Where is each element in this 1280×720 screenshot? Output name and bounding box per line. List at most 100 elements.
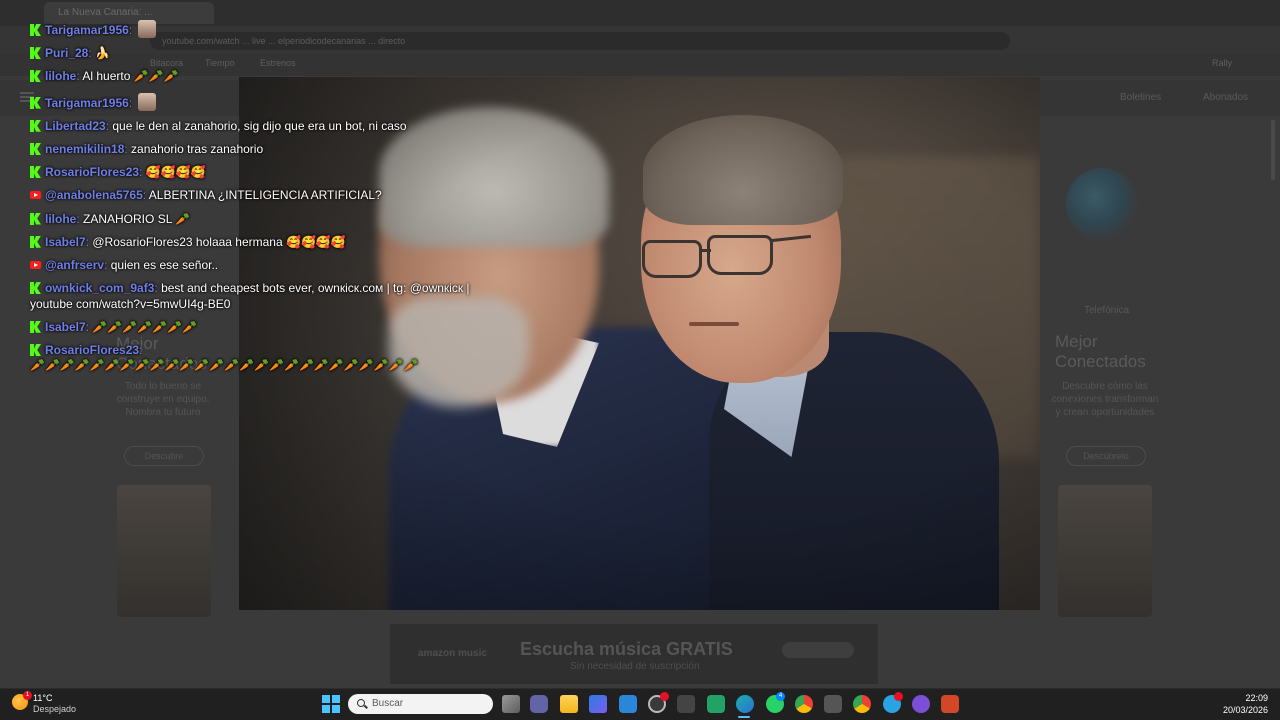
desktop-screen: La Nueva Canaria: ... youtube.com/watch …: [0, 0, 1280, 720]
left-promo-button[interactable]: Descubre: [124, 446, 204, 466]
telefonica-logo: Telefónica: [1084, 305, 1130, 316]
chat-username[interactable]: nenemikilin18: [45, 142, 124, 156]
microsoft-store-icon[interactable]: [589, 695, 607, 713]
chat-text: @RosarioFlores23 holaaa hermana: [92, 234, 283, 249]
chat-username[interactable]: lilohe: [45, 212, 76, 226]
chat-message: Isabel7: 🥕🥕🥕🥕🥕🥕🥕: [30, 320, 500, 336]
kick-icon: [30, 320, 41, 333]
kick-icon: [30, 70, 41, 83]
weather-notification-badge: 1: [23, 691, 32, 700]
right-promo-title: Mejor Conectados: [1055, 332, 1146, 371]
chat-separator: :: [139, 165, 146, 180]
app-cube-icon[interactable]: [677, 695, 695, 713]
site-link-abonados[interactable]: Abonados: [1203, 92, 1248, 103]
chat-separator: :: [139, 342, 143, 357]
chat-message: lilohe: ZANAHORIO SL 🥕: [30, 212, 500, 228]
taskbar: [0, 688, 1280, 720]
chat-username[interactable]: RosarioFlores23: [45, 343, 139, 357]
powerpoint-icon[interactable]: [941, 695, 959, 713]
chat-message: ownkick_com_9af3: best and cheapest bots…: [30, 281, 500, 312]
kick-icon: [30, 47, 41, 60]
chat-username[interactable]: Libertad23: [45, 119, 106, 133]
chat-message: nenemikilin18: zanahorio tras zanahorio: [30, 142, 500, 158]
chat-separator: :: [104, 257, 111, 272]
chat-separator: :: [76, 211, 84, 226]
chat-message: RosarioFlores23: 🥰🥰🥰🥰: [30, 165, 500, 181]
chat-message: Libertad23: que le den al zanahorio, sig…: [30, 119, 500, 135]
left-promo-text: Todo lo bueno se construye en equipo. No…: [116, 381, 210, 418]
record-app-badge: [660, 692, 669, 701]
active-app-indicator: [738, 716, 750, 718]
site-link-boletines[interactable]: Boletines: [1120, 92, 1161, 103]
windows-start-icon[interactable]: [322, 695, 340, 713]
ad-button[interactable]: [782, 642, 854, 658]
chat-username[interactable]: @anfrserv: [45, 258, 104, 272]
search-placeholder: Buscar: [372, 698, 404, 709]
chrome-profile-icon[interactable]: [853, 695, 871, 713]
whatsapp-badge: 4: [776, 692, 785, 701]
chat-overlay: Tarigamar1956: Puri_28: 🍌 lilohe: Al huer…: [30, 20, 500, 382]
chat-username[interactable]: Tarigamar1956: [45, 96, 129, 110]
chat-emotes: 🥰🥰🥰🥰: [145, 165, 206, 180]
excel-icon[interactable]: [707, 695, 725, 713]
kick-icon: [30, 282, 41, 295]
right-promo-text: Descubre cómo las conexiones transforman…: [1051, 381, 1159, 418]
file-explorer-icon[interactable]: [560, 695, 578, 713]
app-circle-icon[interactable]: [912, 695, 930, 713]
chat-message: Isabel7: @RosarioFlores23 holaaa hermana…: [30, 235, 500, 251]
chat-separator: :: [128, 95, 136, 110]
right-promo-button[interactable]: Descúbrelo: [1066, 446, 1146, 466]
chat-emotes: 🥰🥰🥰🥰: [286, 234, 346, 249]
chat-username[interactable]: Isabel7: [45, 235, 86, 249]
kick-icon: [30, 119, 41, 132]
kick-icon: [30, 24, 41, 36]
chat-username[interactable]: @anabolena5765: [45, 188, 143, 202]
chat-username[interactable]: Isabel7: [45, 320, 86, 334]
chat-username[interactable]: RosarioFlores23: [45, 165, 139, 179]
chat-message: @anabolena5765: ALBERTINA ¿INTELIGENCIA …: [30, 188, 500, 204]
mail-icon[interactable]: [619, 695, 637, 713]
clock-time[interactable]: 22:09: [1200, 693, 1268, 703]
chat-username[interactable]: ownkick_com_9af3: [45, 281, 154, 295]
task-view-icon[interactable]: [502, 695, 520, 713]
chat-message: lilohe: Al huerto 🥕🥕🥕: [30, 69, 500, 85]
right-promo-photo: [1058, 485, 1152, 617]
chat-text: zanahorio tras zanahorio: [131, 141, 264, 156]
clock-date[interactable]: 20/03/2026: [1200, 705, 1268, 715]
chrome-icon[interactable]: [795, 695, 813, 713]
app-puzzle-icon[interactable]: [824, 695, 842, 713]
search-icon: [357, 699, 365, 707]
telegram-badge: [894, 692, 903, 701]
chat-username[interactable]: Puri_28: [45, 46, 88, 60]
kick-icon: [30, 96, 41, 109]
chat-text: ALBERTINA ¿INTELIGENCIA ARTIFICIAL?: [148, 188, 382, 203]
chat-username[interactable]: lilohe: [45, 69, 76, 83]
youtube-icon: [30, 260, 41, 269]
weather-description[interactable]: Despejado: [33, 704, 76, 714]
youtube-icon: [30, 191, 41, 200]
ad-brand-logo: amazon music: [418, 648, 487, 659]
avatar-emote-icon: [137, 20, 156, 38]
kick-icon: [30, 235, 41, 248]
kick-icon: [30, 142, 41, 155]
chat-text: quien es ese señor..: [110, 257, 219, 272]
page-scrollbar[interactable]: [1270, 116, 1276, 616]
chat-username[interactable]: Tarigamar1956: [45, 23, 129, 37]
avatar-emote-icon: [137, 92, 156, 111]
chat-text: ZANAHORIO SL 🥕: [83, 211, 191, 226]
chat-text: que le den al zanahorio, sig dijo que er…: [112, 118, 407, 133]
bookmark-item[interactable]: Rally: [1212, 58, 1232, 68]
decorative-orb: [1066, 168, 1138, 240]
scroll-thumb[interactable]: [1271, 120, 1275, 180]
weather-temperature[interactable]: 11°C: [33, 693, 52, 703]
teams-icon[interactable]: [530, 695, 548, 713]
taskbar-search-box[interactable]: [348, 694, 493, 714]
chat-text: Al huerto 🥕🥕🥕: [82, 69, 179, 84]
edge-browser-icon[interactable]: [736, 695, 754, 713]
chat-message: Tarigamar1956:: [30, 92, 500, 112]
kick-icon: [30, 212, 41, 225]
chat-message: Puri_28: 🍌: [30, 46, 500, 62]
chat-message: RosarioFlores23: 🥕🥕🥕🥕🥕🥕🥕🥕🥕🥕🥕🥕🥕🥕🥕🥕🥕🥕🥕🥕🥕🥕🥕…: [30, 343, 500, 374]
chat-message: Tarigamar1956:: [30, 20, 500, 39]
kick-icon: [30, 343, 41, 356]
